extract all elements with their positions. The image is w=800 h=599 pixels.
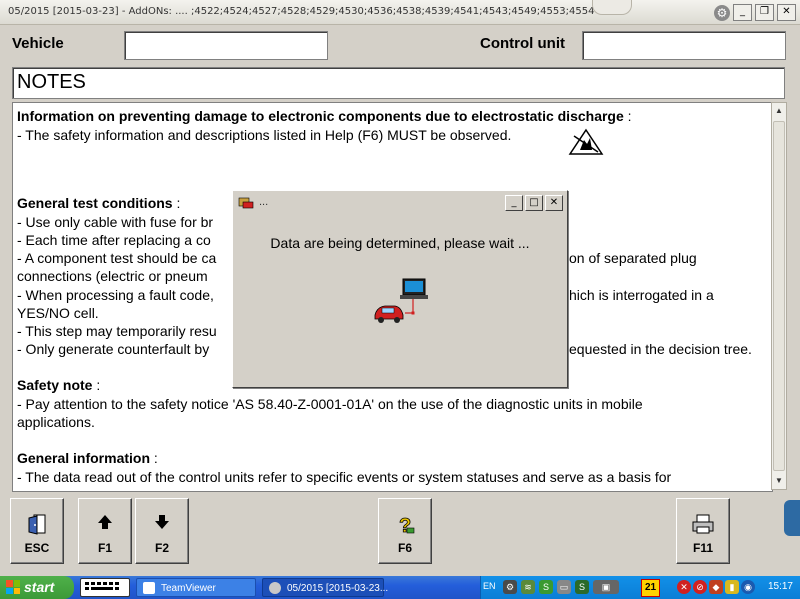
printer-icon	[677, 513, 729, 539]
notification-count-badge[interactable]: 21	[641, 579, 661, 597]
minimize-button[interactable]: _	[733, 4, 752, 21]
keyboard-icon[interactable]	[80, 578, 130, 597]
scroll-thumb[interactable]	[773, 121, 785, 471]
dialog-close-button[interactable]: ✕	[545, 195, 563, 211]
content-line: Safety note :	[17, 377, 101, 393]
car-diagnosis-icon	[374, 278, 428, 323]
arrow-up-icon	[79, 513, 131, 535]
tray-shield-icon[interactable]: ◆	[709, 580, 723, 594]
teamviewer-icon	[143, 582, 155, 594]
dialog-minimize-button[interactable]: _	[505, 195, 523, 211]
vehicle-field[interactable]	[124, 31, 328, 60]
content-line: General test conditions :	[17, 195, 181, 211]
dialog-maximize-button[interactable]: □	[525, 195, 543, 211]
window-title: 05/2015 [2015-03-23] - AddONs: .... ;452…	[8, 6, 595, 17]
arrow-down-icon	[136, 513, 188, 535]
content-line: applications.	[17, 414, 95, 430]
content-line: General information :	[17, 450, 158, 466]
tray-network-icon[interactable]: ≋	[521, 580, 535, 594]
content-line: Information on preventing damage to elec…	[17, 108, 632, 124]
f6-button[interactable]: ? F6	[378, 498, 432, 564]
window-title-tab: 05/2015 [2015-03-23] - AddONs: .... ;452…	[0, 0, 594, 24]
content-line: - Each time after replacing a co	[17, 232, 211, 248]
window-titlebar: 05/2015 [2015-03-23] - AddONs: .... ;452…	[0, 0, 800, 25]
tray-green-icon-2[interactable]: S	[575, 580, 589, 594]
taskbar-active-window[interactable]: 05/2015 [2015-03-23...	[262, 578, 388, 597]
start-button[interactable]: start	[0, 576, 74, 599]
content-line: - Only generate counterfault by	[17, 341, 210, 357]
gear-icon[interactable]: ⚙	[714, 4, 730, 21]
notes-title: NOTES	[17, 71, 86, 93]
tray-printer-icon[interactable]: ▣	[593, 580, 619, 594]
language-indicator[interactable]: EN	[483, 581, 496, 591]
content-line: - The data read out of the control units…	[17, 469, 672, 485]
esc-button[interactable]: ESC	[10, 498, 64, 564]
svg-text:?: ?	[399, 515, 411, 537]
dialog-message: Data are being determined, please wait .…	[270, 235, 530, 251]
scroll-down-icon[interactable]: ▼	[772, 473, 786, 489]
function-toolbar: ESC F1 F2 ? F6 F11	[0, 492, 800, 574]
content-line: - The safety information and description…	[17, 127, 512, 143]
tray-close-icon[interactable]: ✕	[677, 580, 691, 594]
side-tab-handle[interactable]	[784, 500, 800, 536]
windows-taskbar: start TeamViewer 05/2015 [2015-03-23... …	[0, 576, 800, 599]
progress-dialog: ... _ □ ✕ Data are being determined, ple…	[232, 190, 568, 388]
f2-button[interactable]: F2	[135, 498, 189, 564]
dialog-title: ...	[259, 196, 269, 208]
content-line: - When processing a fault code,	[17, 287, 214, 303]
taskbar-clock: 15:17	[767, 581, 793, 592]
tray-security-icon[interactable]: ▮	[725, 580, 739, 594]
tray-block-icon[interactable]: ⊘	[693, 580, 707, 594]
system-tray: EN ⚙ ≋ S ▭ S ▣ 21 ✕ ⊘ ◆ ▮ ◉ 15:17	[480, 576, 800, 599]
content-line: - This step may temporarily resu	[17, 323, 217, 339]
help-question-icon: ?	[379, 513, 431, 541]
tray-sound-icon[interactable]: ◉	[741, 580, 755, 594]
taskbar-teamviewer[interactable]: TeamViewer	[136, 578, 256, 597]
window-controls: ⚙ _ ❐ ✕	[714, 4, 796, 21]
tray-settings-icon[interactable]: ⚙	[503, 580, 517, 594]
app-window-icon	[269, 582, 281, 594]
content-line: - Use only cable with fuse for br	[17, 214, 214, 230]
control-unit-label: Control unit	[480, 35, 565, 52]
dialog-controls: _ □ ✕	[505, 195, 563, 211]
content-line: - Pay attention to the safety notice 'AS…	[17, 396, 643, 412]
tray-green-icon[interactable]: S	[539, 580, 553, 594]
control-unit-field[interactable]	[582, 31, 786, 60]
app-car-icon	[238, 197, 254, 209]
dialog-titlebar: ... _ □ ✕	[235, 193, 565, 213]
notes-header: NOTES	[12, 67, 785, 99]
close-button[interactable]: ✕	[777, 4, 796, 21]
title-tab-tail	[592, 0, 632, 15]
tray-device-icon[interactable]: ▭	[557, 580, 571, 594]
exit-door-icon	[11, 513, 63, 539]
content-line-tail: on of separated plug	[569, 250, 697, 266]
content-line-tail: hich is interrogated in a	[569, 287, 714, 303]
f11-button[interactable]: F11	[676, 498, 730, 564]
restore-button[interactable]: ❐	[755, 4, 774, 21]
f1-button[interactable]: F1	[78, 498, 132, 564]
content-scrollbar[interactable]: ▲ ▼	[771, 102, 787, 490]
content-line-tail: equested in the decision tree.	[569, 341, 752, 357]
content-line: - A component test should be ca	[17, 250, 217, 266]
esd-warning-icon	[568, 128, 604, 155]
windows-logo-icon	[6, 580, 20, 594]
vehicle-label: Vehicle	[12, 35, 64, 52]
scroll-up-icon[interactable]: ▲	[772, 103, 786, 119]
content-line: YES/NO cell.	[17, 305, 99, 321]
content-line: connections (electric or pneum	[17, 268, 208, 284]
